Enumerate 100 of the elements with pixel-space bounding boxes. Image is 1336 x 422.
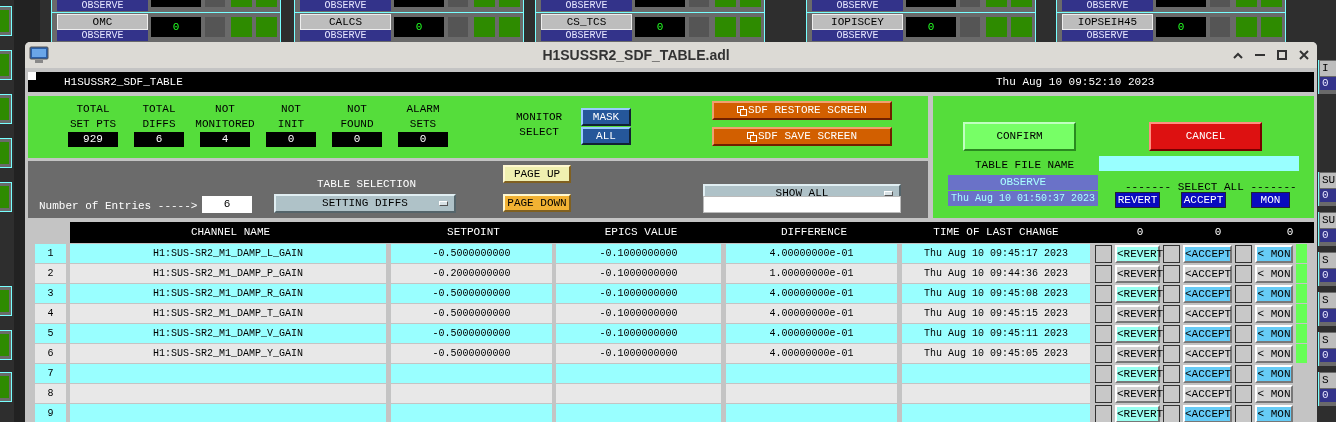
select-all-button[interactable]: ACCEPT — [1181, 192, 1226, 208]
row-action-button[interactable]: < MON — [1255, 404, 1293, 422]
screen-name: H1SUSSR2_SDF_TABLE — [64, 74, 183, 90]
row-action-button[interactable]: <ACCEPT — [1183, 284, 1232, 303]
checkbox[interactable] — [1163, 324, 1180, 343]
difference-cell: 4.00000000e-01 — [726, 244, 897, 263]
row-action-button[interactable]: < MON — [1255, 384, 1293, 403]
monitor-option-button[interactable]: ALL — [581, 127, 631, 145]
difference-cell: 4.00000000e-01 — [726, 324, 897, 343]
value-display: 0 — [1320, 189, 1336, 202]
checkbox[interactable] — [1095, 404, 1112, 422]
monitor-option-button[interactable]: MASK — [581, 108, 631, 126]
row-number: 9 — [35, 404, 66, 422]
checkbox[interactable] — [1163, 284, 1180, 303]
checkbox[interactable] — [1163, 244, 1180, 263]
row-number: 4 — [35, 304, 66, 323]
value-display: 0 — [1320, 229, 1336, 242]
checkbox[interactable] — [1163, 364, 1180, 383]
row-action-button[interactable]: < MON — [1255, 284, 1293, 303]
value-display: 0 — [151, 17, 201, 37]
tile-button[interactable]: SU — [1320, 213, 1336, 228]
row-action-button[interactable]: <ACCEPT — [1183, 384, 1232, 403]
select-all-button[interactable]: MON — [1251, 192, 1290, 208]
text-field[interactable] — [703, 196, 901, 213]
row-action-button[interactable]: < MON — [1255, 244, 1293, 263]
checkbox[interactable] — [1095, 324, 1112, 343]
checkbox[interactable] — [1235, 344, 1252, 363]
checkbox[interactable] — [1235, 324, 1252, 343]
checkbox[interactable] — [1095, 364, 1112, 383]
row-action-button[interactable]: <ACCEPT — [1183, 404, 1232, 422]
checkbox[interactable] — [1235, 264, 1252, 283]
dropdown[interactable]: SETTING DIFFS — [274, 194, 456, 213]
text-field[interactable] — [1099, 156, 1299, 171]
row-action-button[interactable]: <ACCEPT — [1183, 364, 1232, 383]
tile-button[interactable]: SU — [1320, 173, 1336, 188]
screen-button[interactable]: SDF RESTORE SCREEN — [712, 101, 892, 120]
setpoint-cell: -0.5000000000 — [391, 284, 552, 303]
close-icon[interactable] — [1299, 50, 1309, 60]
window-title: H1SUSSR2_SDF_TABLE.adl — [541, 45, 731, 65]
page-button[interactable]: PAGE DOWN — [503, 194, 571, 212]
time-cell: Thu Aug 10 09:45:08 2023 — [902, 284, 1090, 303]
tile-button[interactable]: I — [1320, 61, 1336, 76]
maximize-icon[interactable] — [1277, 50, 1287, 60]
confirm-button[interactable]: CONFIRM — [963, 122, 1076, 151]
checkbox[interactable] — [1095, 384, 1112, 403]
row-action-button[interactable]: <ACCEPT — [1183, 264, 1232, 283]
page-button[interactable]: PAGE UP — [503, 165, 571, 183]
row-action-button[interactable]: < MON — [1255, 364, 1293, 383]
tile-button[interactable]: S — [1320, 373, 1336, 388]
checkbox[interactable] — [1163, 384, 1180, 403]
row-action-button[interactable]: < MON — [1255, 324, 1293, 343]
collapse-icon[interactable] — [1233, 51, 1243, 59]
dropdown-icon — [884, 191, 893, 196]
tile-button[interactable]: S — [1320, 333, 1336, 348]
select-all-button[interactable]: REVERT — [1115, 192, 1160, 208]
checkbox[interactable] — [1235, 364, 1252, 383]
channel-name: H1:SUS-SR2_M1_DAMP_T_GAIN — [70, 304, 386, 323]
row-action-button[interactable]: <ACCEPT — [1183, 244, 1232, 263]
row-action-button[interactable]: < MON — [1255, 304, 1293, 323]
value-display: 0 — [635, 17, 685, 37]
cancel-button[interactable]: CANCEL — [1149, 122, 1262, 151]
row-action-button[interactable]: < MON — [1255, 344, 1293, 363]
row-action-button[interactable]: <ACCEPT — [1183, 304, 1232, 323]
checkbox[interactable] — [1095, 284, 1112, 303]
value-display: 0 — [1320, 349, 1336, 362]
checkbox[interactable] — [1163, 304, 1180, 323]
stat-value: 6 — [134, 132, 184, 147]
checkbox[interactable] — [1095, 344, 1112, 363]
tile-button[interactable]: S — [1320, 253, 1336, 268]
checkbox[interactable] — [1235, 304, 1252, 323]
checkbox[interactable] — [1095, 304, 1112, 323]
checkbox[interactable] — [1095, 264, 1112, 283]
channel-name: H1:SUS-SR2_M1_DAMP_V_GAIN — [70, 324, 386, 343]
checkbox[interactable] — [1163, 344, 1180, 363]
tile-button[interactable]: CS_TCS — [541, 14, 632, 30]
status-light — [715, 17, 736, 37]
checkbox[interactable] — [1163, 404, 1180, 422]
row-action-button[interactable]: <ACCEPT — [1183, 344, 1232, 363]
tile-button[interactable]: CALCS — [300, 14, 391, 30]
tile-button[interactable]: IOPSEIH45 — [1062, 14, 1153, 30]
checkbox[interactable] — [1163, 264, 1180, 283]
time-cell: Thu Aug 10 09:45:15 2023 — [902, 304, 1090, 323]
row-action-button[interactable]: < MON — [1255, 264, 1293, 283]
checkbox[interactable] — [1235, 284, 1252, 303]
stat-value: 4 — [200, 132, 250, 147]
epics-value-cell: -0.1000000000 — [556, 304, 721, 323]
checkbox[interactable] — [1235, 404, 1252, 422]
screen-button[interactable]: SDF SAVE SCREEN — [712, 127, 892, 146]
row-action-button[interactable]: <ACCEPT — [1183, 324, 1232, 343]
checkbox[interactable] — [1095, 244, 1112, 263]
tile-button[interactable]: IOPISCEY — [812, 14, 903, 30]
tile-button[interactable]: OMC — [57, 14, 148, 30]
difference-cell: 4.00000000e-01 — [726, 344, 897, 363]
row-number: 6 — [35, 344, 66, 363]
status-label: OBSERVE — [541, 30, 632, 41]
status-light — [1236, 17, 1257, 37]
checkbox[interactable] — [1235, 244, 1252, 263]
stat-label: ALARM SETS — [406, 102, 440, 132]
checkbox[interactable] — [1235, 384, 1252, 403]
tile-button[interactable]: S — [1320, 293, 1336, 308]
